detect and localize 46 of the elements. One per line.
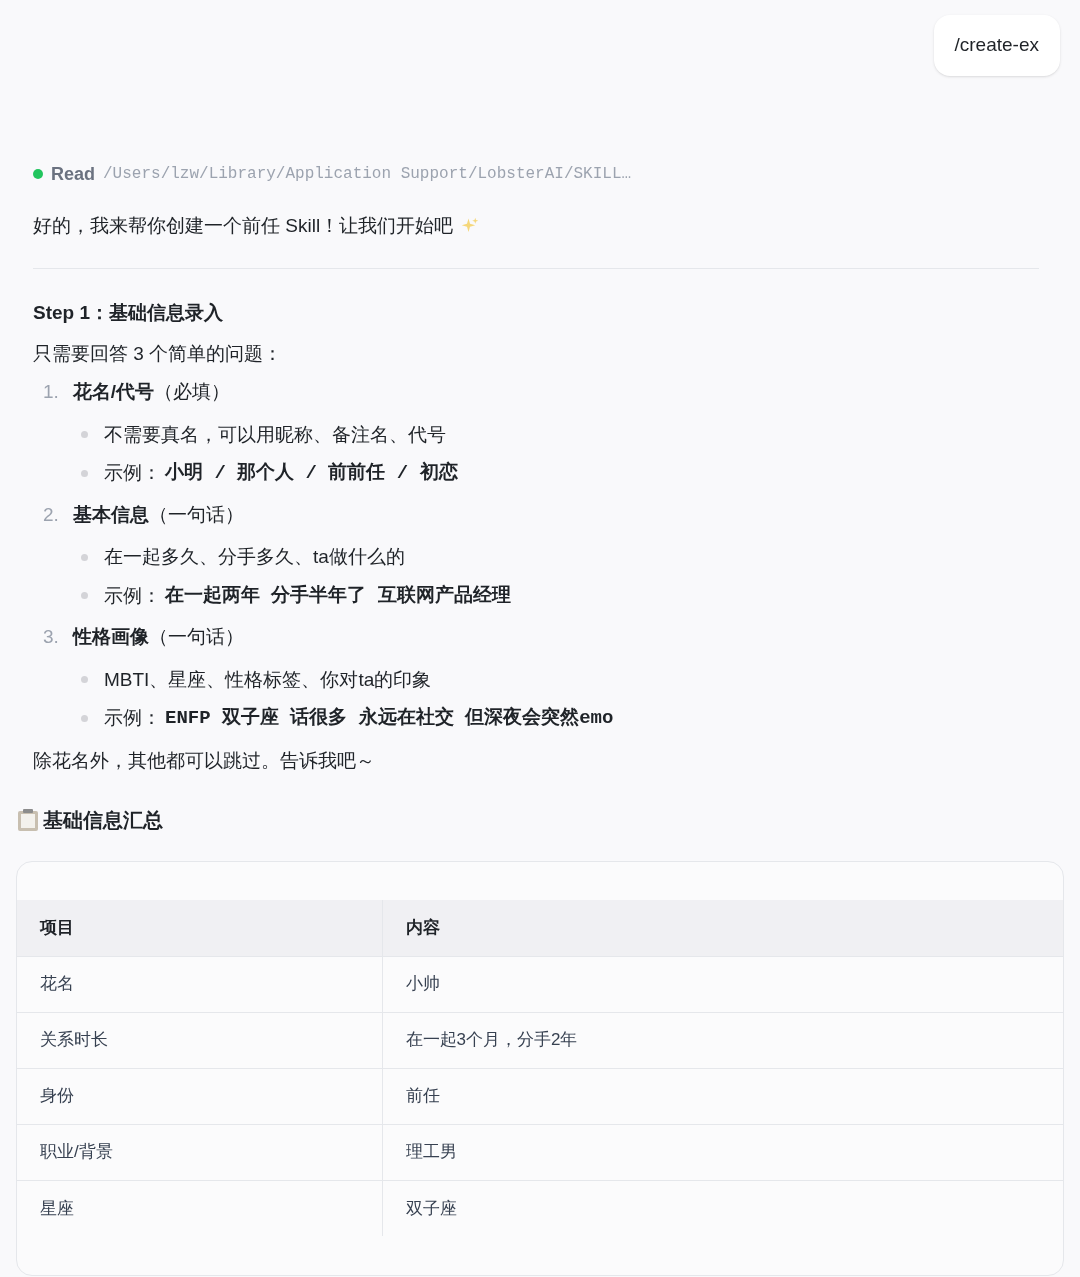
table-cell: 双子座 (382, 1180, 1063, 1236)
closing-text: 除花名外，其他都可以跳过。告诉我吧～ (33, 748, 376, 773)
question-note: （必填） (154, 380, 231, 404)
table-cell: 理工男 (382, 1124, 1063, 1180)
bullet-icon (81, 592, 88, 600)
user-message-bubble: /create-ex (933, 15, 1060, 76)
table-cell: 花名 (17, 956, 382, 1012)
table-cell: 星座 (17, 1180, 382, 1236)
column-header: 项目 (17, 900, 382, 956)
bullet-text: MBTI、星座、性格标签、你对ta的印象 (104, 667, 432, 692)
table-cell: 在一起3个月，分手2年 (382, 1012, 1063, 1068)
bullet-text: 在一起多久、分手多久、ta做什么的 (104, 545, 405, 569)
example-code: 小明 / 那个人 / 前前任 / 初恋 (165, 460, 458, 486)
table-cell: 身份 (17, 1068, 382, 1124)
question-note: （一句话） (148, 625, 244, 649)
file-path: /Users/lzw/Library/Application Support/LobsterAI/SKILL… (103, 164, 632, 185)
question-title: 性格画像 (72, 625, 149, 649)
bullet-text: 不需要真名，可以用昵称、备注名、代号 (104, 422, 446, 447)
bullet-icon (81, 553, 88, 561)
example-label: 示例： (104, 461, 161, 485)
table-cell: 关系时长 (17, 1012, 382, 1068)
sparkle-icon (461, 216, 480, 235)
table-cell: 前任 (382, 1068, 1063, 1124)
table-cell: 职业/背景 (17, 1124, 382, 1180)
question-note: （一句话） (148, 502, 244, 527)
bullet-icon (81, 676, 88, 684)
example-code: ENFP 双子座 话很多 永远在社交 但深夜会突然emo (165, 705, 614, 731)
bullet-icon (81, 714, 88, 722)
example-label: 示例： (104, 706, 161, 730)
list-number: 1. (43, 380, 59, 404)
tool-action: Read (51, 162, 95, 186)
example-code: 在一起两年 分手半年了 互联网产品经理 (165, 583, 511, 609)
greeting-text: 好的，我来帮你创建一个前任 Skill！让我们开始吧 (33, 213, 454, 238)
example-label: 示例： (104, 583, 161, 608)
step-title: Step 1：基础信息录入 (33, 301, 225, 325)
bullet-icon (81, 469, 88, 477)
question-title: 基本信息 (72, 502, 149, 527)
question-title: 花名/代号 (72, 380, 155, 404)
list-number: 3. (43, 625, 59, 649)
table-cell: 小帅 (382, 956, 1063, 1012)
column-header: 内容 (382, 900, 1063, 956)
list-number: 2. (43, 502, 59, 527)
clipboard-icon (17, 808, 39, 832)
summary-title: 基础信息汇总 (43, 808, 163, 833)
bullet-icon (81, 431, 88, 439)
intro-text: 只需要回答 3 个简单的问题： (33, 341, 284, 366)
